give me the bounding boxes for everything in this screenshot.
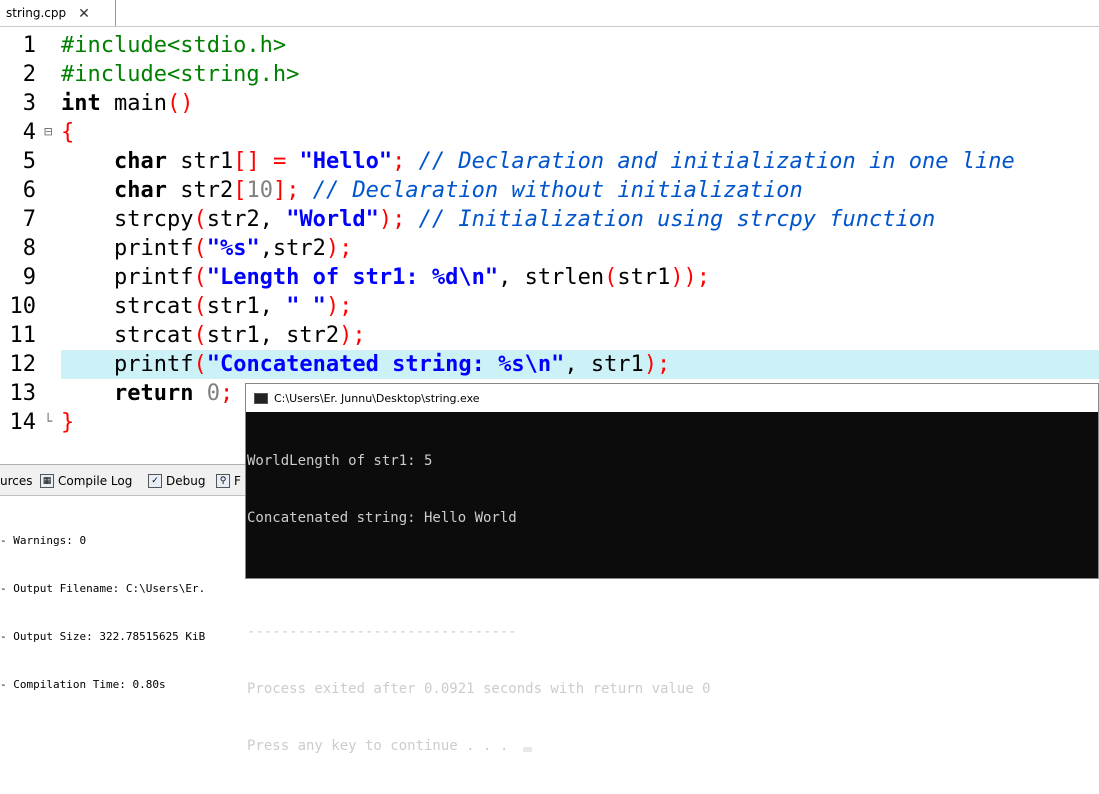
- console-line: Concatenated string: Hello World: [247, 510, 517, 526]
- code-line[interactable]: 8 printf("%s",str2);: [0, 234, 1099, 263]
- line-number: 9: [22, 265, 36, 290]
- console-title-bar[interactable]: C:\Users\Er. Junnu\Desktop\string.exe: [246, 384, 1098, 412]
- tab-compile-log-label: Compile Log: [58, 474, 133, 488]
- line-number: 13: [9, 381, 37, 406]
- line-number: 7: [22, 207, 36, 232]
- tab-resources[interactable]: urces: [0, 471, 33, 491]
- bottom-tab-bar: urces ▦ Compile Log ✓ Debug ⚲ F: [0, 465, 250, 496]
- code-line[interactable]: 9 printf("Length of str1: %d\n", strlen(…: [0, 263, 1099, 292]
- bottom-pane: urces ▦ Compile Log ✓ Debug ⚲ F - Warnin…: [0, 464, 250, 691]
- line-number: 8: [22, 236, 36, 261]
- code-line[interactable]: 4 ⊟{: [0, 118, 1099, 147]
- line-number: 5: [22, 149, 36, 174]
- console-app-icon: [254, 392, 268, 404]
- code-text: #include<stdio.h>: [61, 33, 287, 58]
- code-line[interactable]: 6 char str2[10]; // Declaration without …: [0, 176, 1099, 205]
- compile-log-output: - Warnings: 0 - Output Filename: C:\User…: [0, 501, 250, 725]
- line-number: 14: [9, 410, 37, 435]
- tab-debug-label: Debug: [166, 474, 206, 488]
- fold-marker-icon[interactable]: ⊟: [44, 118, 56, 147]
- fold-marker-icon[interactable]: └: [44, 408, 56, 437]
- console-title: C:\Users\Er. Junnu\Desktop\string.exe: [274, 391, 480, 405]
- line-number: 6: [22, 178, 36, 203]
- tab-compile-log[interactable]: ▦ Compile Log: [40, 471, 132, 491]
- tab-find-results[interactable]: ⚲ F: [216, 471, 241, 491]
- tab-debug[interactable]: ✓ Debug: [148, 471, 205, 491]
- cursor-icon: [522, 747, 532, 752]
- code-text: {: [61, 120, 75, 145]
- line-number: 3: [22, 91, 36, 116]
- log-line: - Compilation Time: 0.80s: [0, 678, 166, 691]
- code-text: strcpy(str2, "World"); // Initialization…: [61, 207, 936, 232]
- console-line: Press any key to continue . . .: [247, 738, 517, 754]
- line-number: 4: [22, 120, 36, 145]
- line-number: 2: [22, 62, 36, 87]
- log-line: - Warnings: 0: [0, 534, 87, 547]
- tab-resources-label: urces: [0, 474, 33, 488]
- console-prompt-line: Press any key to continue . . .: [247, 737, 1098, 756]
- compile-log-icon: ▦: [40, 474, 54, 488]
- line-number: 12: [9, 352, 37, 377]
- editor-tab-bar: string.cpp ✕: [0, 0, 1099, 27]
- code-text: char str1[] = "Hello"; // Declaration an…: [113, 149, 1015, 174]
- code-text: strcat(str1, " ");: [61, 294, 353, 319]
- code-line[interactable]: 12 printf("Concatenated string: %s\n", s…: [0, 350, 1099, 379]
- close-icon[interactable]: ✕: [78, 5, 90, 22]
- console-line: --------------------------------: [247, 624, 517, 640]
- code-line[interactable]: 7 strcpy(str2, "World"); // Initializati…: [0, 205, 1099, 234]
- code-line[interactable]: 2 #include<string.h>: [0, 60, 1099, 89]
- debug-icon: ✓: [148, 474, 162, 488]
- line-number: 11: [9, 323, 37, 348]
- tab-find-label: F: [234, 474, 241, 488]
- code-line[interactable]: 5 char str1[] = "Hello"; // Declaration …: [0, 147, 1099, 176]
- code-text: #include<string.h>: [61, 62, 300, 87]
- console-line: Process exited after 0.0921 seconds with…: [247, 681, 711, 697]
- code-text: printf("Concatenated string: %s\n", str1…: [61, 350, 1099, 379]
- code-text: printf("Length of str1: %d\n", strlen(st…: [61, 265, 711, 290]
- tab-label: string.cpp: [6, 6, 67, 20]
- code-text: int main(): [61, 91, 194, 116]
- find-icon: ⚲: [216, 474, 230, 488]
- code-line[interactable]: 3 int main(): [0, 89, 1099, 118]
- line-number: 1: [22, 33, 36, 58]
- code-line[interactable]: 11 strcat(str1, str2);: [0, 321, 1099, 350]
- code-line[interactable]: 10 strcat(str1, " ");: [0, 292, 1099, 321]
- code-line[interactable]: 1 #include<stdio.h>: [0, 31, 1099, 60]
- line-number: 10: [9, 294, 37, 319]
- log-line: - Output Size: 322.78515625 KiB: [0, 630, 206, 643]
- tab-string-cpp[interactable]: string.cpp ✕: [0, 0, 116, 26]
- console-window[interactable]: C:\Users\Er. Junnu\Desktop\string.exe Wo…: [245, 383, 1099, 754]
- code-text: printf("%s",str2);: [61, 236, 353, 261]
- console-output: WorldLength of str1: 5 Concatenated stri…: [246, 412, 1098, 754]
- code-text: char str2[10]; // Declaration without in…: [113, 178, 803, 203]
- code-text: strcat(str1, str2);: [61, 323, 366, 348]
- console-line: WorldLength of str1: 5: [247, 453, 433, 469]
- log-line: - Output Filename: C:\Users\Er.: [0, 582, 206, 595]
